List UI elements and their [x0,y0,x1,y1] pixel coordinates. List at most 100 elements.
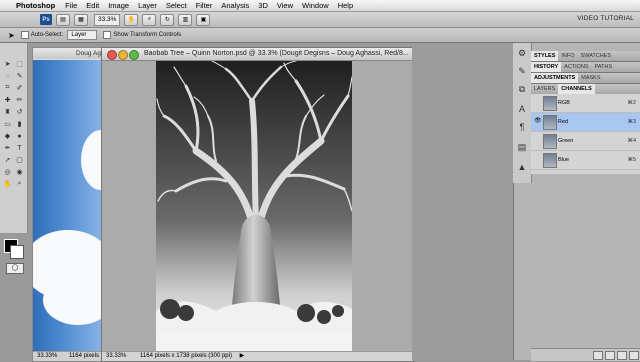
save-selection-button[interactable] [605,351,615,360]
tab-info[interactable]: INFO [558,51,577,61]
quick-select-icon[interactable]: ✎ [14,71,25,81]
move-tool-icon[interactable]: ➤ [8,31,15,40]
auto-select-dropdown[interactable]: Layer [67,30,98,40]
cloud-shape [43,275,105,325]
background-document-window[interactable]: Doug Ag 33.33% 1164 pixels [32,47,106,362]
clone-source-icon[interactable]: ⧉ [516,83,528,95]
tab-actions[interactable]: ACTIONS [561,62,591,72]
3d-panel-icon[interactable]: ▲ [516,161,528,173]
menu-help[interactable]: Help [338,1,353,10]
menu-view[interactable]: View [277,1,293,10]
pen-tool-icon[interactable]: ✒ [2,143,13,153]
channel-shortcut: ⌘2 [627,100,636,106]
delete-channel-button[interactable] [629,351,639,360]
eraser-tool-icon[interactable]: ▭ [2,119,13,129]
minimize-button[interactable] [118,50,128,60]
channels-panel: RGB ⌘2 👁 Red ⌘3 Green ⌘4 Blue ⌘5 [531,94,640,174]
hand-tool-icon[interactable]: ✋ [2,179,13,189]
channel-row-red[interactable]: 👁 Red ⌘3 [531,113,640,132]
app-menu[interactable]: Photoshop [16,1,55,10]
crop-tool-icon[interactable]: ⌗ [2,83,13,93]
menu-analysis[interactable]: Analysis [221,1,249,10]
ps-logo[interactable]: Ps [40,14,52,25]
tab-masks[interactable]: MASKS [578,73,603,83]
channel-row-blue[interactable]: Blue ⌘5 [531,151,640,170]
clone-stamp-icon[interactable]: ♜ [2,107,13,117]
visibility-toggle[interactable] [534,99,540,105]
tab-styles[interactable]: STYLES [531,51,559,61]
status-arrow-icon[interactable]: ▶ [240,353,245,359]
menu-filter[interactable]: Filter [196,1,213,10]
menu-image[interactable]: Image [108,1,129,10]
tab-swatches[interactable]: SWATCHES [578,51,615,61]
menu-3d[interactable]: 3D [258,1,268,10]
tab-history[interactable]: HISTORY [531,62,562,72]
menu-layer[interactable]: Layer [138,1,157,10]
document-title: Baobab Tree – Quinn Norton.psd @ 33.3% (… [144,50,409,57]
eye-icon[interactable]: 👁 [534,118,542,124]
channel-thumbnail [543,134,557,149]
3d-rotate-icon[interactable]: ◎ [2,167,13,177]
type-tool-icon[interactable]: T [14,143,25,153]
lasso-tool-icon[interactable]: ◌ [2,71,13,81]
brush-tool-icon[interactable]: ✏ [14,95,25,105]
document-title-bar[interactable]: Baobab Tree – Quinn Norton.psd @ 33.3% (… [102,48,413,61]
path-select-icon[interactable]: ➚ [2,155,13,165]
channel-name: Green [558,138,574,144]
screen-mode-icon[interactable]: ▣ [196,13,211,26]
3d-camera-icon[interactable]: ◉ [14,167,25,177]
menu-window[interactable]: Window [302,1,329,10]
options-bar: ➤ Auto-Select: Layer Show Transform Cont… [0,28,640,43]
notes-icon[interactable]: ▤ [516,141,528,153]
hand-tool-icon[interactable]: ✋ [124,13,139,26]
rotate-view-icon[interactable]: ↻ [160,13,175,26]
auto-select-checkbox[interactable] [20,31,29,39]
paragraph-icon[interactable]: ¶ [516,121,528,133]
zoom-tool-icon[interactable]: ⌕ [14,179,25,189]
move-tool-icon[interactable]: ➤ [2,59,13,69]
tab-channels[interactable]: CHANNELS [558,84,595,94]
tab-paths[interactable]: PATHS [592,62,616,72]
tab-adjustments[interactable]: ADJUSTMENTS [531,73,579,83]
visibility-toggle[interactable] [534,137,540,143]
quick-mask-button[interactable]: ◯ [6,263,24,274]
channel-row-rgb[interactable]: RGB ⌘2 [531,94,640,113]
visibility-toggle[interactable] [534,156,540,162]
document-zoom-field[interactable]: 33.33% [106,353,126,359]
tool-presets-icon[interactable]: ⚙ [516,47,528,59]
menu-edit[interactable]: Edit [86,1,99,10]
workspace-switcher[interactable]: VIDEO TUTORIAL [577,15,634,22]
zoom-button[interactable] [129,50,139,60]
gradient-tool-icon[interactable]: ▮ [14,119,25,129]
close-button[interactable] [107,50,117,60]
dodge-tool-icon[interactable]: ● [14,131,25,141]
tab-layers[interactable]: LAYERS [531,84,558,94]
blur-tool-icon[interactable]: ◆ [2,131,13,141]
brushes-icon[interactable]: ✎ [516,65,528,77]
eyedropper-icon[interactable]: ✐ [14,83,25,93]
menu-file[interactable]: File [65,1,77,10]
load-selection-button[interactable] [593,351,603,360]
background-document-title[interactable]: Doug Ag [33,48,105,59]
bridge-icon[interactable]: ▤ [56,13,70,26]
shape-tool-icon[interactable]: ▢ [14,155,25,165]
panel-icon-strip: ⚙ ✎ ⧉ A ¶ ▤ ▲ [513,43,532,183]
zoom-tool-icon[interactable]: ⌕ [142,13,157,26]
healing-brush-icon[interactable]: ✚ [2,95,13,105]
marquee-tool-icon[interactable]: ⬚ [14,59,25,69]
workspace-background [412,43,513,360]
show-transform-checkbox[interactable] [103,31,112,39]
channel-row-green[interactable]: Green ⌘4 [531,132,640,151]
document-window[interactable]: Baobab Tree – Quinn Norton.psd @ 33.3% (… [101,47,414,362]
new-channel-button[interactable] [617,351,627,360]
history-brush-icon[interactable]: ↺ [14,107,25,117]
zoom-level-select[interactable]: 33.3% [94,13,121,26]
character-icon[interactable]: A [516,103,528,115]
arrange-docs-icon[interactable]: ▥ [178,13,193,26]
menu-select[interactable]: Select [166,1,187,10]
background-color-swatch[interactable] [10,245,24,259]
minibridge-icon[interactable]: ▦ [74,13,88,26]
background-doc-zoom[interactable]: 33.33% [37,353,57,359]
image-canvas[interactable] [156,61,352,352]
menu-bar: Photoshop File Edit Image Layer Select F… [0,0,640,12]
